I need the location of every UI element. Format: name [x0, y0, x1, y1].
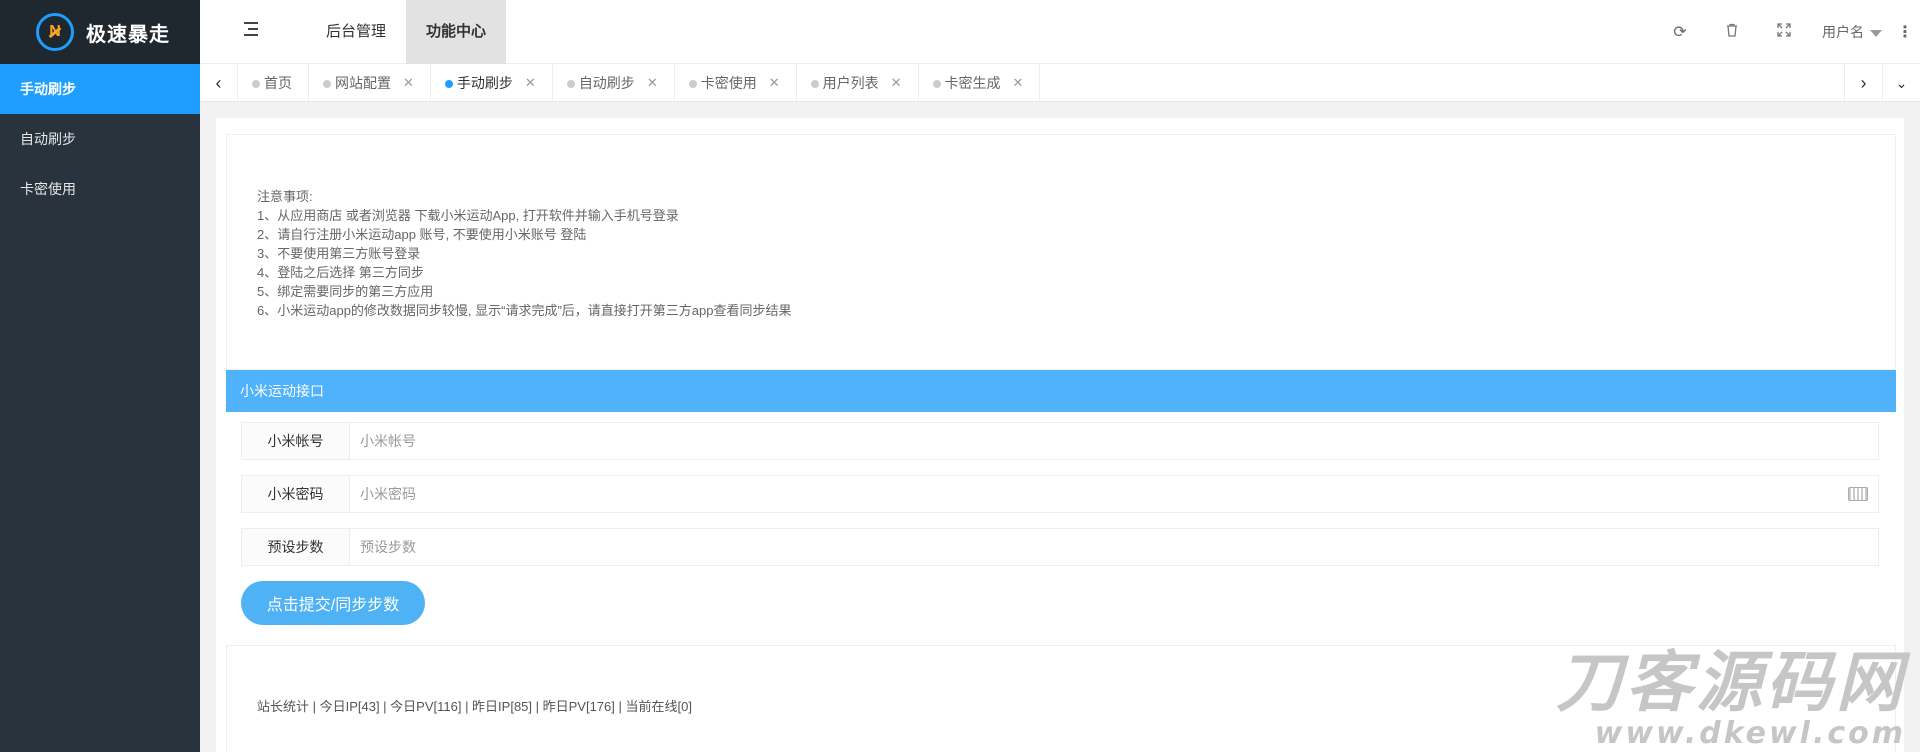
tab-label: 卡密使用 — [700, 75, 757, 91]
tab-dot-icon — [688, 80, 697, 88]
tab-dot-icon — [444, 80, 453, 88]
tab-label: 自动刷步 — [578, 75, 635, 91]
notice-line: 注意事项: — [257, 189, 313, 204]
tab-label: 首页 — [264, 75, 292, 91]
submit-sync-button[interactable]: 点击提交/同步步数 — [241, 581, 425, 625]
menu-toggle-icon[interactable] — [244, 22, 262, 40]
account-label: 小米帐号 — [242, 423, 350, 459]
tab-manual-steps[interactable]: 手动刷步 ✕ — [431, 64, 553, 102]
password-input[interactable] — [350, 476, 1838, 512]
form-panel-title: 小米运动接口 — [226, 370, 1896, 412]
steps-field-row: 预设步数 — [241, 528, 1879, 566]
more-icon[interactable]: ⋮ — [1890, 22, 1920, 42]
tab-label: 用户列表 — [822, 75, 879, 91]
tab-label: 网站配置 — [335, 75, 391, 91]
tab-dot-icon — [810, 80, 819, 88]
tab-label: 手动刷步 — [456, 75, 513, 91]
close-icon[interactable]: ✕ — [647, 64, 658, 102]
close-icon[interactable]: ✕ — [1013, 64, 1024, 102]
steps-label: 预设步数 — [242, 529, 350, 565]
close-icon[interactable]: ✕ — [769, 64, 780, 102]
nav-function-center[interactable]: 功能中心 — [406, 0, 507, 64]
chevron-down-icon — [1870, 29, 1882, 37]
close-icon[interactable]: ✕ — [403, 64, 414, 102]
tab-user-list[interactable]: 用户列表 ✕ — [797, 64, 919, 102]
tab-home[interactable]: 首页 — [238, 64, 309, 102]
notice-line: 4、登陆之后选择 第三方同步 — [257, 265, 424, 280]
header-nav: 后台管理 功能中心 — [306, 0, 507, 64]
notice-line: 3、不要使用第三方账号登录 — [257, 246, 421, 261]
tab-scroll-left-icon[interactable]: ‹ — [200, 64, 238, 102]
tabs: 首页 网站配置 ✕ 手动刷步 ✕ 自动刷步 ✕ 卡密使用 ✕ 用户列表 ✕ 卡密… — [238, 64, 1041, 102]
user-menu[interactable]: 用户名 — [1810, 22, 1890, 42]
tab-bar: ‹ 首页 网站配置 ✕ 手动刷步 ✕ 自动刷步 ✕ 卡密使用 ✕ 用户列表 ✕ … — [200, 64, 1920, 102]
sidebar-item-card-use[interactable]: 卡密使用 — [0, 164, 200, 214]
keyboard-icon[interactable] — [1838, 476, 1878, 512]
steps-input[interactable] — [350, 529, 1878, 565]
watermark-title: 刀客源码网 — [1556, 644, 1906, 721]
sidebar: N 极速暴走 手动刷步 自动刷步 卡密使用 — [0, 0, 200, 752]
tab-card-generate[interactable]: 卡密生成 ✕ — [919, 64, 1041, 102]
tab-label: 卡密生成 — [944, 75, 1001, 91]
nav-admin[interactable]: 后台管理 — [306, 0, 406, 64]
user-name: 用户名 — [1822, 24, 1864, 40]
tab-card-use[interactable]: 卡密使用 ✕ — [675, 64, 797, 102]
header-actions: ⟳ 用户名 ⋮ — [1654, 0, 1920, 64]
watermark-url: www.dkewl.com — [1594, 716, 1906, 751]
logo[interactable]: N 极速暴走 — [0, 0, 200, 64]
close-icon[interactable]: ✕ — [525, 64, 536, 102]
password-label: 小米密码 — [242, 476, 350, 512]
password-field-row: 小米密码 — [241, 475, 1879, 513]
tab-site-config[interactable]: 网站配置 ✕ — [309, 64, 431, 102]
tab-menu-chevron-icon[interactable]: ⌄ — [1882, 64, 1920, 102]
watermark: 刀客源码网 www.dkewl.com — [1556, 648, 1906, 750]
account-input[interactable] — [350, 423, 1878, 459]
fullscreen-icon[interactable] — [1758, 22, 1810, 42]
sidebar-item-manual-steps[interactable]: 手动刷步 — [0, 64, 200, 114]
sidebar-item-auto-steps[interactable]: 自动刷步 — [0, 114, 200, 164]
tab-auto-steps[interactable]: 自动刷步 ✕ — [553, 64, 675, 102]
notice-line: 5、绑定需要同步的第三方应用 — [257, 284, 434, 299]
top-header: 后台管理 功能中心 ⟳ 用户名 ⋮ — [200, 0, 1920, 64]
refresh-icon[interactable]: ⟳ — [1654, 22, 1706, 42]
app-title: 极速暴走 — [86, 23, 170, 46]
logo-mark: N — [49, 23, 61, 40]
logo-icon: N — [36, 13, 74, 51]
tab-dot-icon — [932, 80, 941, 88]
close-icon[interactable]: ✕ — [891, 64, 902, 102]
notice-line: 2、请自行注册小米运动app 账号, 不要使用小米账号 登陆 — [257, 227, 587, 242]
tab-dot-icon — [323, 80, 331, 88]
account-field-row: 小米帐号 — [241, 422, 1879, 460]
tab-dot-icon — [566, 80, 575, 88]
trash-icon[interactable] — [1706, 23, 1758, 42]
notice-line: 6、小米运动app的修改数据同步较慢, 显示“请求完成”后，请直接打开第三方ap… — [257, 303, 792, 318]
tab-dot-icon — [252, 80, 260, 88]
notice-card: 注意事项: 1、从应用商店 或者浏览器 下载小米运动App, 打开软件并输入手机… — [226, 134, 1896, 370]
tab-scroll-right-icon[interactable]: › — [1844, 64, 1882, 102]
notice-line: 1、从应用商店 或者浏览器 下载小米运动App, 打开软件并输入手机号登录 — [257, 208, 679, 223]
